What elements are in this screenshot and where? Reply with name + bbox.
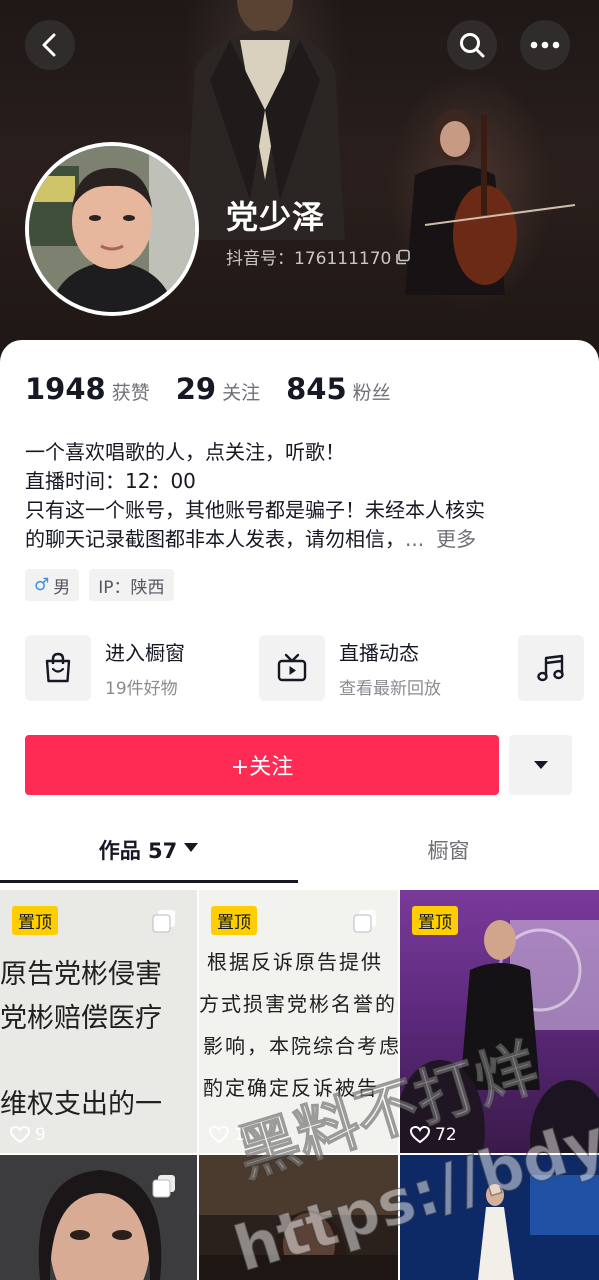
video-thumbnail[interactable]: [400, 1155, 599, 1280]
like-count-text: 1: [234, 1125, 245, 1145]
live-replay-title: 直播动态: [339, 641, 419, 665]
document-text-line: 方式损害党彬名誉的: [199, 992, 397, 1016]
caret-down-icon: [184, 843, 199, 852]
stat-likes[interactable]: 1948 获赞: [25, 372, 150, 406]
avatar-photo: [29, 146, 195, 312]
tab-shop-label: 橱窗: [427, 839, 470, 863]
like-count: 9: [10, 1125, 46, 1145]
caret-down-icon: [533, 761, 548, 769]
male-icon: ♂: [34, 575, 50, 595]
like-count-text: 72: [435, 1125, 457, 1145]
multi-image-icon: [152, 1175, 175, 1198]
document-text-line: 酌定确定反诉被告: [203, 1076, 379, 1100]
bio-line: 一个喜欢唱歌的人，点关注，听歌！: [25, 440, 345, 464]
video-thumbnail[interactable]: 置顶 根据反诉原告提供 方式损害党彬名誉的 影响，本院综合考虑 酌定确定反诉被告…: [199, 890, 398, 1153]
douyin-id[interactable]: 抖音号：176111170: [226, 244, 411, 269]
gender-tag: ♂ 男: [25, 569, 80, 601]
shop-window-subtitle: 19件好物: [105, 679, 178, 699]
bio-last-line: 的聊天记录截图都非本人发表，请勿相信，... 更多: [25, 525, 575, 554]
stat-followers[interactable]: 845 粉丝: [286, 372, 391, 406]
bio-line-text: 的聊天记录截图都非本人发表，请勿相信，: [25, 527, 405, 551]
cover-photo-cellist: [405, 109, 576, 295]
more-options-button[interactable]: [520, 20, 570, 70]
multi-image-icon: [152, 910, 175, 933]
shop-window-title: 进入橱窗: [105, 641, 185, 665]
back-button[interactable]: [25, 20, 75, 70]
stat-likes-value: 1948: [25, 372, 106, 406]
heart-icon: [410, 1126, 430, 1144]
heart-icon: [10, 1126, 30, 1144]
music-entry[interactable]: [518, 635, 584, 701]
document-text-line: 原告党彬侵害: [0, 959, 162, 990]
video-thumbnail[interactable]: [199, 1155, 398, 1280]
pinned-badge: 置顶: [12, 906, 58, 935]
more-dots-icon: [530, 41, 560, 49]
ip-text: IP：陕西: [98, 577, 165, 598]
document-text-line: 党彬赔偿医疗: [0, 1003, 162, 1034]
document-text-line: 维权支出的一: [0, 1089, 162, 1120]
bio-ellipsis: ...: [405, 527, 425, 551]
music-note-icon: [518, 635, 584, 701]
content-tabs: 作品 57 橱窗: [0, 835, 599, 887]
ip-tag: IP：陕西: [89, 569, 174, 601]
gender-text: 男: [53, 577, 71, 598]
shopping-bag-icon: [25, 635, 91, 701]
live-replay-subtitle: 查看最新回放: [339, 679, 441, 699]
profile-tags: ♂ 男 IP：陕西: [25, 569, 174, 601]
services-row: 进入橱窗 19件好物 直播动态 查看最新回放: [25, 635, 585, 703]
stat-likes-label: 获赞: [111, 382, 150, 404]
copy-icon[interactable]: [395, 249, 411, 265]
portrait-photo: [199, 1155, 398, 1280]
video-thumbnail[interactable]: 置顶 72: [400, 890, 599, 1153]
shop-window-entry[interactable]: 进入橱窗 19件好物: [25, 635, 185, 701]
stat-following-value: 29: [175, 372, 217, 406]
like-count: 1: [209, 1125, 245, 1145]
search-button[interactable]: [447, 20, 497, 70]
pinned-badge: 置顶: [211, 906, 257, 935]
bio-line: 直播时间：12：00: [25, 469, 196, 493]
like-count: 72: [410, 1125, 457, 1145]
stat-following-label: 关注: [222, 382, 261, 404]
video-thumbnail[interactable]: 置顶 原告党彬侵害 党彬赔偿医疗 维权支出的一 9: [0, 890, 197, 1153]
tab-works-label: 作品 57: [98, 839, 178, 863]
pinned-badge: 置顶: [412, 906, 458, 935]
douyin-id-text: 抖音号：176111170: [226, 249, 392, 269]
document-text-line: 影响，本院综合考虑: [203, 1034, 398, 1058]
follow-button[interactable]: +关注: [25, 735, 499, 795]
video-thumbnail[interactable]: [0, 1155, 197, 1280]
avatar[interactable]: [25, 142, 199, 316]
follow-row: +关注: [25, 735, 573, 795]
tab-shop-window[interactable]: 橱窗: [298, 835, 599, 887]
search-icon: [460, 33, 485, 58]
like-count-text: 9: [35, 1125, 46, 1145]
profile-name: 党少泽: [226, 198, 326, 236]
bio: 一个喜欢唱歌的人，点关注，听歌！ 直播时间：12：00 只有这一个账号，其他账号…: [25, 438, 575, 554]
live-replay-entry[interactable]: 直播动态 查看最新回放: [259, 635, 441, 701]
stat-following[interactable]: 29 关注: [176, 372, 260, 406]
stats-row: 1948 获赞 29 关注 845 粉丝: [25, 372, 391, 406]
bio-more-link[interactable]: 更多: [436, 527, 476, 551]
bio-line: 只有这一个账号，其他账号都是骗子！未经本人核实: [25, 498, 485, 522]
stage-photo: [400, 1155, 599, 1280]
document-text-line: 根据反诉原告提供: [207, 950, 383, 974]
heart-icon: [209, 1126, 229, 1144]
recommend-dropdown-button[interactable]: [509, 735, 572, 795]
tab-indicator: [0, 880, 298, 883]
chevron-left-icon: [42, 33, 56, 57]
multi-image-icon: [353, 910, 376, 933]
video-grid: 置顶 原告党彬侵害 党彬赔偿医疗 维权支出的一 9 置顶 根据反诉原告提供 方式…: [0, 890, 599, 1280]
stat-followers-value: 845: [286, 372, 347, 406]
live-tv-icon: [259, 635, 325, 701]
stat-followers-label: 粉丝: [352, 382, 391, 404]
